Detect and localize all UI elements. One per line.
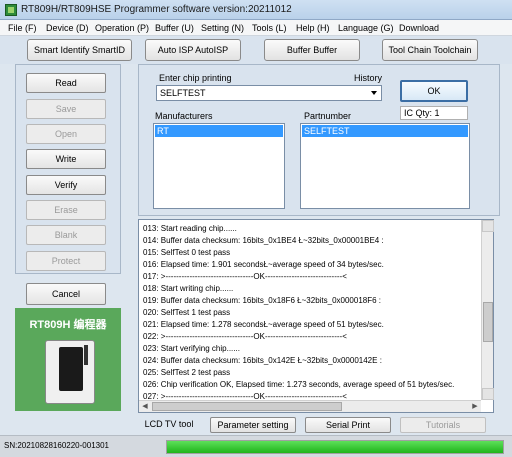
scroll-up-icon[interactable] [482, 220, 494, 232]
menu-operation[interactable]: Operation (P) [95, 23, 149, 33]
scroll-left-icon[interactable]: ◀ [139, 401, 151, 412]
manufacturers-label: Manufacturers [155, 111, 213, 121]
parameter-setting-button[interactable]: Parameter setting [210, 417, 296, 433]
scroll-thumb[interactable] [152, 402, 342, 411]
zif-socket-icon [59, 347, 83, 391]
menu-tools[interactable]: Tools (L) [252, 23, 287, 33]
auto-isp-button[interactable]: Auto ISP AutoISP [145, 39, 241, 61]
device-image: RT809H 编程器 [15, 308, 121, 411]
list-item[interactable]: RT [155, 125, 283, 137]
log-line: 016: Elapsed time: 1.901 secondsŁ~averag… [143, 260, 384, 269]
operations-panel: Read Save Open Write Verify Erase Blank … [15, 64, 121, 274]
menu-device[interactable]: Device (D) [46, 23, 89, 33]
device-brand-label: RT809H 编程器 [29, 319, 107, 331]
menu-language[interactable]: Language (G) [338, 23, 394, 33]
log-line: 023: Start verifying chip...... [143, 344, 240, 353]
write-button[interactable]: Write [26, 149, 106, 169]
menu-download[interactable]: Download [399, 23, 439, 33]
log-vertical-scrollbar[interactable] [481, 220, 494, 400]
cancel-button[interactable]: Cancel [26, 283, 106, 305]
socket-lever-icon [84, 345, 88, 365]
log-line: 014: Buffer data checksum: 16bits_0x1BE4… [143, 236, 384, 245]
menu-bar: File (F) Device (D) Operation (P) Buffer… [0, 20, 512, 36]
toolchain-button[interactable]: Tool Chain Toolchain [382, 39, 478, 61]
log-line: 026: Chip verification OK, Elapsed time:… [143, 380, 455, 389]
ok-button[interactable]: OK [400, 80, 468, 102]
scroll-right-icon[interactable]: ▶ [469, 401, 481, 412]
programmer-board-icon [45, 340, 95, 404]
read-button[interactable]: Read [26, 73, 106, 93]
list-item[interactable]: SELFTEST [302, 125, 468, 137]
open-button[interactable]: Open [26, 124, 106, 144]
status-bar: SN:20210828160220-001301 [0, 435, 512, 457]
chevron-down-icon[interactable] [371, 91, 377, 95]
blank-button[interactable]: Blank [26, 225, 106, 245]
log-output[interactable]: 013: Start reading chip...... 014: Buffe… [138, 219, 494, 413]
log-line: 022: >---------------------------------O… [143, 332, 347, 341]
menu-setting[interactable]: Setting (N) [201, 23, 244, 33]
smart-identify-button[interactable]: Smart Identify SmartID [27, 39, 132, 61]
menu-file[interactable]: File (F) [8, 23, 37, 33]
log-line: 021: Elapsed time: 1.278 secondsŁ~averag… [143, 320, 384, 329]
chip-search-combo[interactable]: SELFTEST [156, 85, 382, 101]
tutorials-button[interactable]: Tutorials [400, 417, 486, 433]
serial-print-button[interactable]: Serial Print [305, 417, 391, 433]
log-line: 018: Start writing chip...... [143, 284, 234, 293]
bottom-toolbar: LCD TV tool Parameter setting Serial Pri… [138, 415, 500, 433]
log-line: 025: SelfTest 2 test pass [143, 368, 231, 377]
verify-button[interactable]: Verify [26, 175, 106, 195]
log-line: 013: Start reading chip...... [143, 224, 237, 233]
log-line: 017: >---------------------------------O… [143, 272, 347, 281]
scroll-down-icon[interactable] [482, 388, 494, 400]
lcd-tv-tool-button[interactable]: LCD TV tool [138, 417, 200, 433]
log-line: 019: Buffer data checksum: 16bits_0x18F6… [143, 296, 382, 305]
log-line: 024: Buffer data checksum: 16bits_0x142E… [143, 356, 382, 365]
menu-buffer[interactable]: Buffer (U) [155, 23, 194, 33]
partnumber-list[interactable]: SELFTEST [300, 123, 470, 209]
protect-button[interactable]: Protect [26, 251, 106, 271]
log-horizontal-scrollbar[interactable]: ◀ ▶ [139, 400, 481, 412]
erase-button[interactable]: Erase [26, 200, 106, 220]
app-icon [5, 4, 17, 16]
progress-bar [166, 440, 504, 454]
scroll-thumb[interactable] [483, 302, 493, 342]
partnumber-label: Partnumber [304, 111, 352, 121]
serial-number: SN:20210828160220-001301 [4, 441, 109, 450]
log-line: 020: SelfTest 1 test pass [143, 308, 231, 317]
log-line: 015: SelfTest 0 test pass [143, 248, 231, 257]
enter-chip-label: Enter chip printing [159, 73, 232, 83]
menu-help[interactable]: Help (H) [296, 23, 330, 33]
save-button[interactable]: Save [26, 99, 106, 119]
chip-search-value: SELFTEST [160, 88, 206, 98]
ic-qty-field: IC Qty: 1 [400, 106, 468, 120]
window-title: RT809H/RT809HSE Programmer software vers… [21, 4, 292, 15]
manufacturers-list[interactable]: RT [153, 123, 285, 209]
title-bar: RT809H/RT809HSE Programmer software vers… [0, 0, 512, 20]
buffer-button[interactable]: Buffer Buffer [264, 39, 360, 61]
progress-fill [167, 441, 503, 453]
toolbar: Smart Identify SmartID Auto ISP AutoISP … [0, 36, 512, 64]
history-label[interactable]: History [354, 73, 382, 83]
